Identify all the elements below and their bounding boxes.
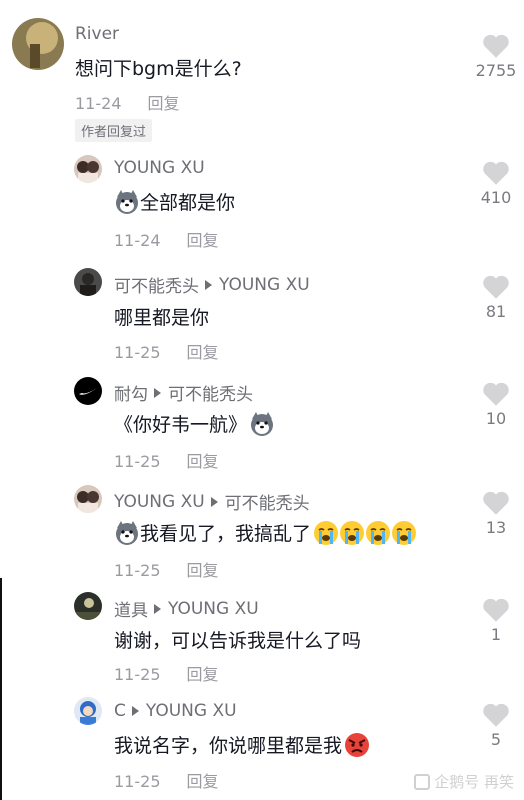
comment-meta: 11-25 回复 xyxy=(114,661,219,685)
edge-divider xyxy=(0,578,2,800)
heart-icon xyxy=(483,491,509,515)
like-button[interactable]: 1 xyxy=(466,597,524,644)
crying-emoji-icon xyxy=(339,520,365,546)
crying-emoji-icon xyxy=(313,520,339,546)
reply-button[interactable]: 回复 xyxy=(187,452,219,471)
comment-meta: 11-25 回复 xyxy=(114,339,219,363)
like-button[interactable]: 10 xyxy=(466,381,524,428)
avatar[interactable] xyxy=(74,485,102,513)
like-count: 81 xyxy=(485,302,507,321)
like-count: 410 xyxy=(480,188,512,207)
comment-author[interactable]: 道具 YOUNG XU xyxy=(114,596,259,622)
avatar[interactable] xyxy=(74,592,102,620)
comment-author[interactable]: YOUNG XU 可不能秃头 xyxy=(114,489,310,515)
reply-button[interactable]: 回复 xyxy=(187,772,219,791)
crying-emoji-icon xyxy=(391,520,417,546)
comment-text: 谢谢，可以告诉我是什么了吗 xyxy=(114,630,362,652)
comment-date: 11-24 xyxy=(114,231,161,250)
reply-arrow-icon xyxy=(131,706,139,716)
author-replied-badge: 作者回复过 xyxy=(75,119,153,142)
avatar[interactable] xyxy=(74,377,102,405)
heart-icon xyxy=(483,34,509,58)
reply-button[interactable]: 回复 xyxy=(187,231,219,250)
comment-text: 想问下bgm是什么? xyxy=(75,58,242,80)
like-button[interactable]: 410 xyxy=(466,160,524,207)
reply-arrow-icon xyxy=(210,496,218,507)
comment-date: 11-25 xyxy=(114,343,161,362)
comment-meta: 11-25 回复 xyxy=(114,448,219,472)
comment-meta: 11-25 回复 xyxy=(114,557,219,581)
avatar[interactable] xyxy=(74,268,102,296)
like-button[interactable]: 13 xyxy=(466,490,524,537)
heart-icon xyxy=(483,161,509,185)
crying-emoji-icon xyxy=(365,520,391,546)
comment-author[interactable]: 耐勾 可不能秃头 xyxy=(114,380,253,405)
avatar[interactable] xyxy=(74,697,102,725)
like-count: 13 xyxy=(485,518,507,537)
reply-arrow-icon xyxy=(205,279,212,290)
like-count: 10 xyxy=(485,409,507,428)
like-count: 2755 xyxy=(475,61,517,80)
comment-date: 11-24 xyxy=(75,94,122,113)
comment-text: 《你好韦一航》 xyxy=(114,410,275,437)
comment-author[interactable]: 可不能秃头 YOUNG XU xyxy=(114,272,310,298)
like-button[interactable]: 81 xyxy=(466,274,524,321)
heart-icon xyxy=(483,275,509,299)
reply-button[interactable]: 回复 xyxy=(148,94,180,113)
husky-emoji-icon xyxy=(114,189,140,215)
heart-icon xyxy=(483,598,509,622)
comment-text: 我说名字，你说哪里都是我 xyxy=(114,731,370,758)
comment-author[interactable]: YOUNG XU xyxy=(114,158,205,178)
comment-author[interactable]: River xyxy=(75,24,119,44)
penguin-logo-icon xyxy=(414,773,431,790)
comment-date: 11-25 xyxy=(114,772,161,791)
heart-icon xyxy=(483,382,509,406)
comment-author[interactable]: C YOUNG XU xyxy=(114,701,237,721)
watermark: 企鹅号 再笑 xyxy=(414,771,514,792)
husky-emoji-icon xyxy=(249,411,275,437)
avatar[interactable] xyxy=(12,18,64,70)
like-button[interactable]: 2755 xyxy=(466,33,524,80)
comment-date: 11-25 xyxy=(114,665,161,684)
comment-date: 11-25 xyxy=(114,452,161,471)
angry-emoji-icon xyxy=(344,732,370,758)
reply-arrow-icon xyxy=(154,387,161,398)
comment-meta: 11-24 回复 xyxy=(114,227,219,251)
like-count: 1 xyxy=(490,625,502,644)
husky-emoji-icon xyxy=(114,520,140,546)
reply-button[interactable]: 回复 xyxy=(187,343,219,362)
comment-text: 我看见了，我搞乱了 xyxy=(114,519,417,546)
comment-text: 全部都是你 xyxy=(114,188,235,215)
like-count: 5 xyxy=(490,730,502,749)
comment-meta: 11-25 回复 xyxy=(114,768,219,792)
reply-button[interactable]: 回复 xyxy=(187,665,219,684)
heart-icon xyxy=(483,703,509,727)
avatar[interactable] xyxy=(74,155,102,183)
comment-date: 11-25 xyxy=(114,561,161,580)
reply-button[interactable]: 回复 xyxy=(187,561,219,580)
reply-arrow-icon xyxy=(154,603,161,614)
like-button[interactable]: 5 xyxy=(466,702,524,749)
comment-meta: 11-24 回复 xyxy=(75,90,180,114)
comment-text: 哪里都是你 xyxy=(114,307,210,329)
